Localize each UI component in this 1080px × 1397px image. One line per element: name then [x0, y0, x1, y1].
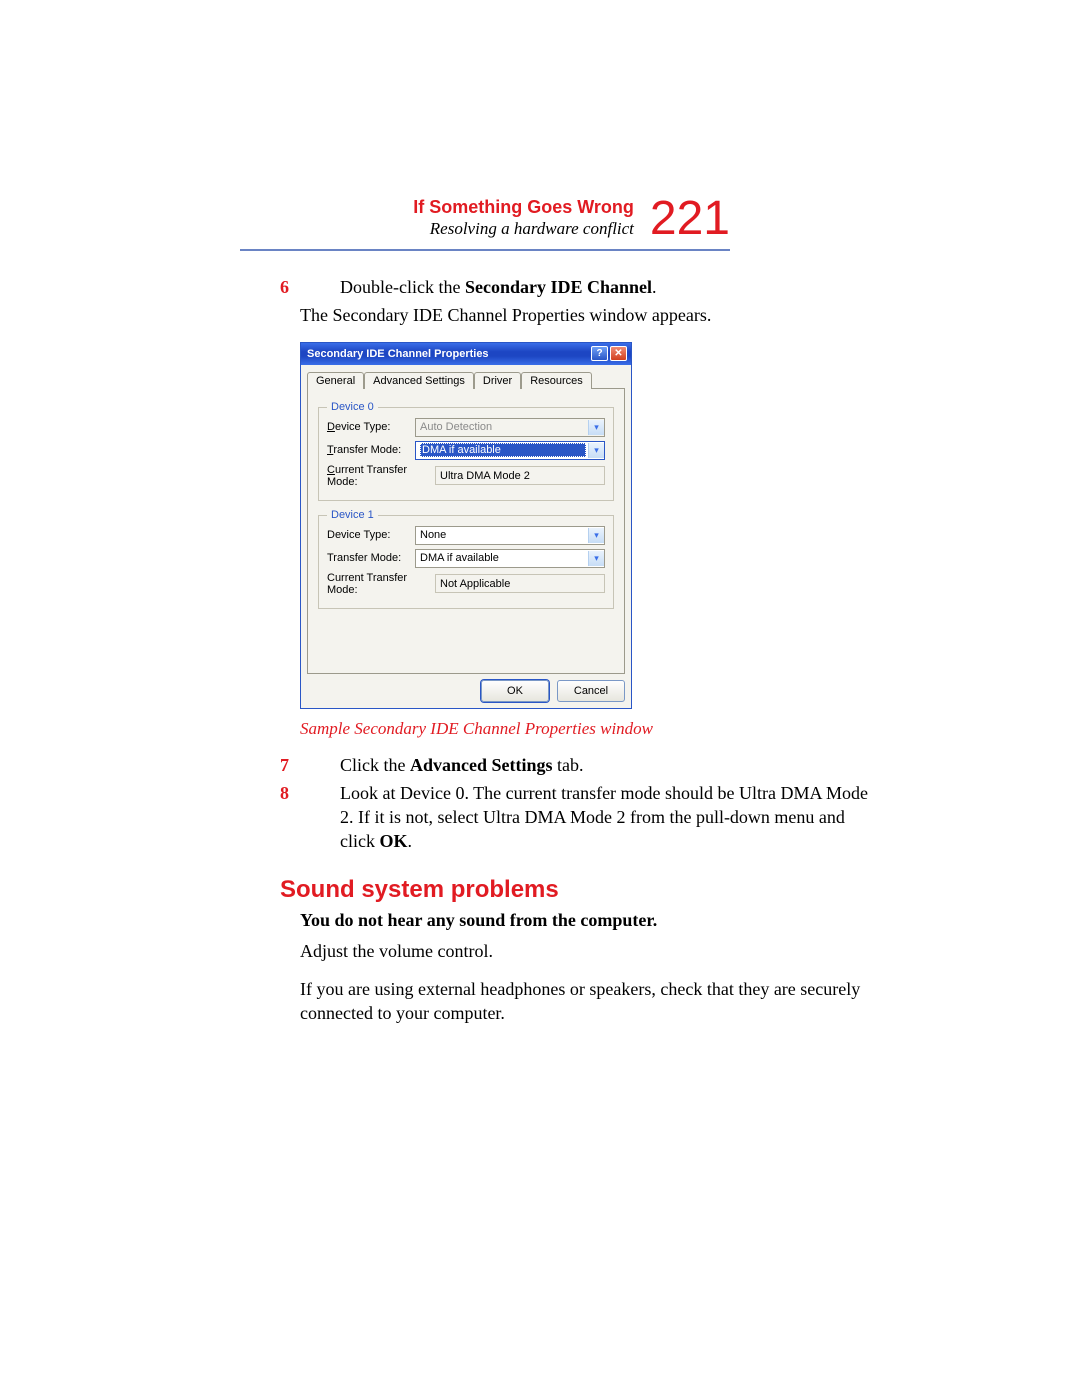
step-6: 6 Double-click the Secondary IDE Channel… [240, 275, 880, 299]
step-body: Double-click the Secondary IDE Channel. [340, 275, 880, 299]
window-title: Secondary IDE Channel Properties [307, 348, 589, 360]
device-type-combo[interactable]: None ▾ [415, 526, 605, 545]
device-0-group: Device 0 Device Type: Auto Detection ▾ T… [318, 407, 614, 501]
page-header: If Something Goes Wrong Resolving a hard… [240, 195, 730, 243]
chevron-down-icon: ▾ [588, 551, 604, 566]
step-number: 8 [240, 781, 340, 854]
step-text: . [652, 277, 657, 297]
chapter-subtitle: Resolving a hardware conflict [413, 219, 634, 239]
chevron-down-icon: ▾ [588, 443, 604, 458]
transfer-mode-combo[interactable]: DMA if available ▾ [415, 441, 605, 460]
combo-value: DMA if available [420, 552, 499, 564]
chapter-title: If Something Goes Wrong [413, 197, 634, 219]
step-text: Look at Device 0. The current transfer m… [340, 783, 868, 852]
current-mode-readout: Ultra DMA Mode 2 [435, 466, 605, 485]
step-text: Click the [340, 755, 410, 775]
section-heading: Sound system problems [280, 876, 880, 904]
device-type-combo[interactable]: Auto Detection ▾ [415, 418, 605, 437]
dialog-buttons: OK Cancel [301, 680, 631, 708]
step-bold: Advanced Settings [410, 755, 553, 775]
current-mode-label: Current Transfer Mode: [327, 464, 435, 488]
combo-value: Auto Detection [420, 421, 492, 433]
step-bold: OK [379, 831, 407, 851]
paragraph: If you are using external headphones or … [300, 977, 880, 1026]
step-text: . [408, 831, 413, 851]
device-1-group: Device 1 Device Type: None ▾ Transfer Mo… [318, 515, 614, 609]
tab-panel: Device 0 Device Type: Auto Detection ▾ T… [307, 388, 625, 674]
transfer-mode-label: Transfer Mode: [327, 552, 415, 564]
step-body: Look at Device 0. The current transfer m… [340, 781, 880, 854]
cancel-button[interactable]: Cancel [557, 680, 625, 702]
current-mode-label: Current Transfer Mode: [327, 572, 435, 596]
tab-resources[interactable]: Resources [521, 372, 592, 389]
device-0-legend: Device 0 [327, 401, 378, 413]
header-rule [240, 249, 730, 251]
properties-dialog: Secondary IDE Channel Properties ? ✕ Gen… [300, 342, 632, 709]
transfer-mode-combo[interactable]: DMA if available ▾ [415, 549, 605, 568]
step-bold: Secondary IDE Channel [465, 277, 652, 297]
step-body: Click the Advanced Settings tab. [340, 753, 880, 777]
step-text: tab. [553, 755, 584, 775]
device-type-label: Device Type: [327, 529, 415, 541]
combo-value: None [420, 529, 446, 541]
step-text: Double-click the [340, 277, 465, 297]
help-button[interactable]: ? [591, 346, 608, 361]
paragraph: Adjust the volume control. [300, 939, 880, 963]
step-follow: The Secondary IDE Channel Properties win… [300, 303, 880, 327]
titlebar[interactable]: Secondary IDE Channel Properties ? ✕ [301, 343, 631, 365]
step-number: 6 [240, 275, 340, 299]
tab-row: General Advanced Settings Driver Resourc… [301, 365, 631, 388]
combo-value: DMA if available [420, 443, 586, 457]
step-7: 7 Click the Advanced Settings tab. [240, 753, 880, 777]
close-button[interactable]: ✕ [610, 346, 627, 361]
chevron-down-icon: ▾ [588, 528, 604, 543]
transfer-mode-label: Transfer Mode: [327, 444, 415, 456]
figure-caption: Sample Secondary IDE Channel Properties … [300, 719, 880, 739]
step-number: 7 [240, 753, 340, 777]
device-1-legend: Device 1 [327, 509, 378, 521]
page-number: 221 [650, 195, 730, 243]
tab-driver[interactable]: Driver [474, 372, 521, 389]
ok-button[interactable]: OK [481, 680, 549, 702]
tab-general[interactable]: General [307, 372, 364, 389]
device-type-label: Device Type: [327, 421, 415, 433]
tab-advanced-settings[interactable]: Advanced Settings [364, 372, 474, 389]
current-mode-readout: Not Applicable [435, 574, 605, 593]
step-8: 8 Look at Device 0. The current transfer… [240, 781, 880, 854]
topic-heading: You do not hear any sound from the compu… [300, 910, 880, 931]
chevron-down-icon: ▾ [588, 420, 604, 435]
